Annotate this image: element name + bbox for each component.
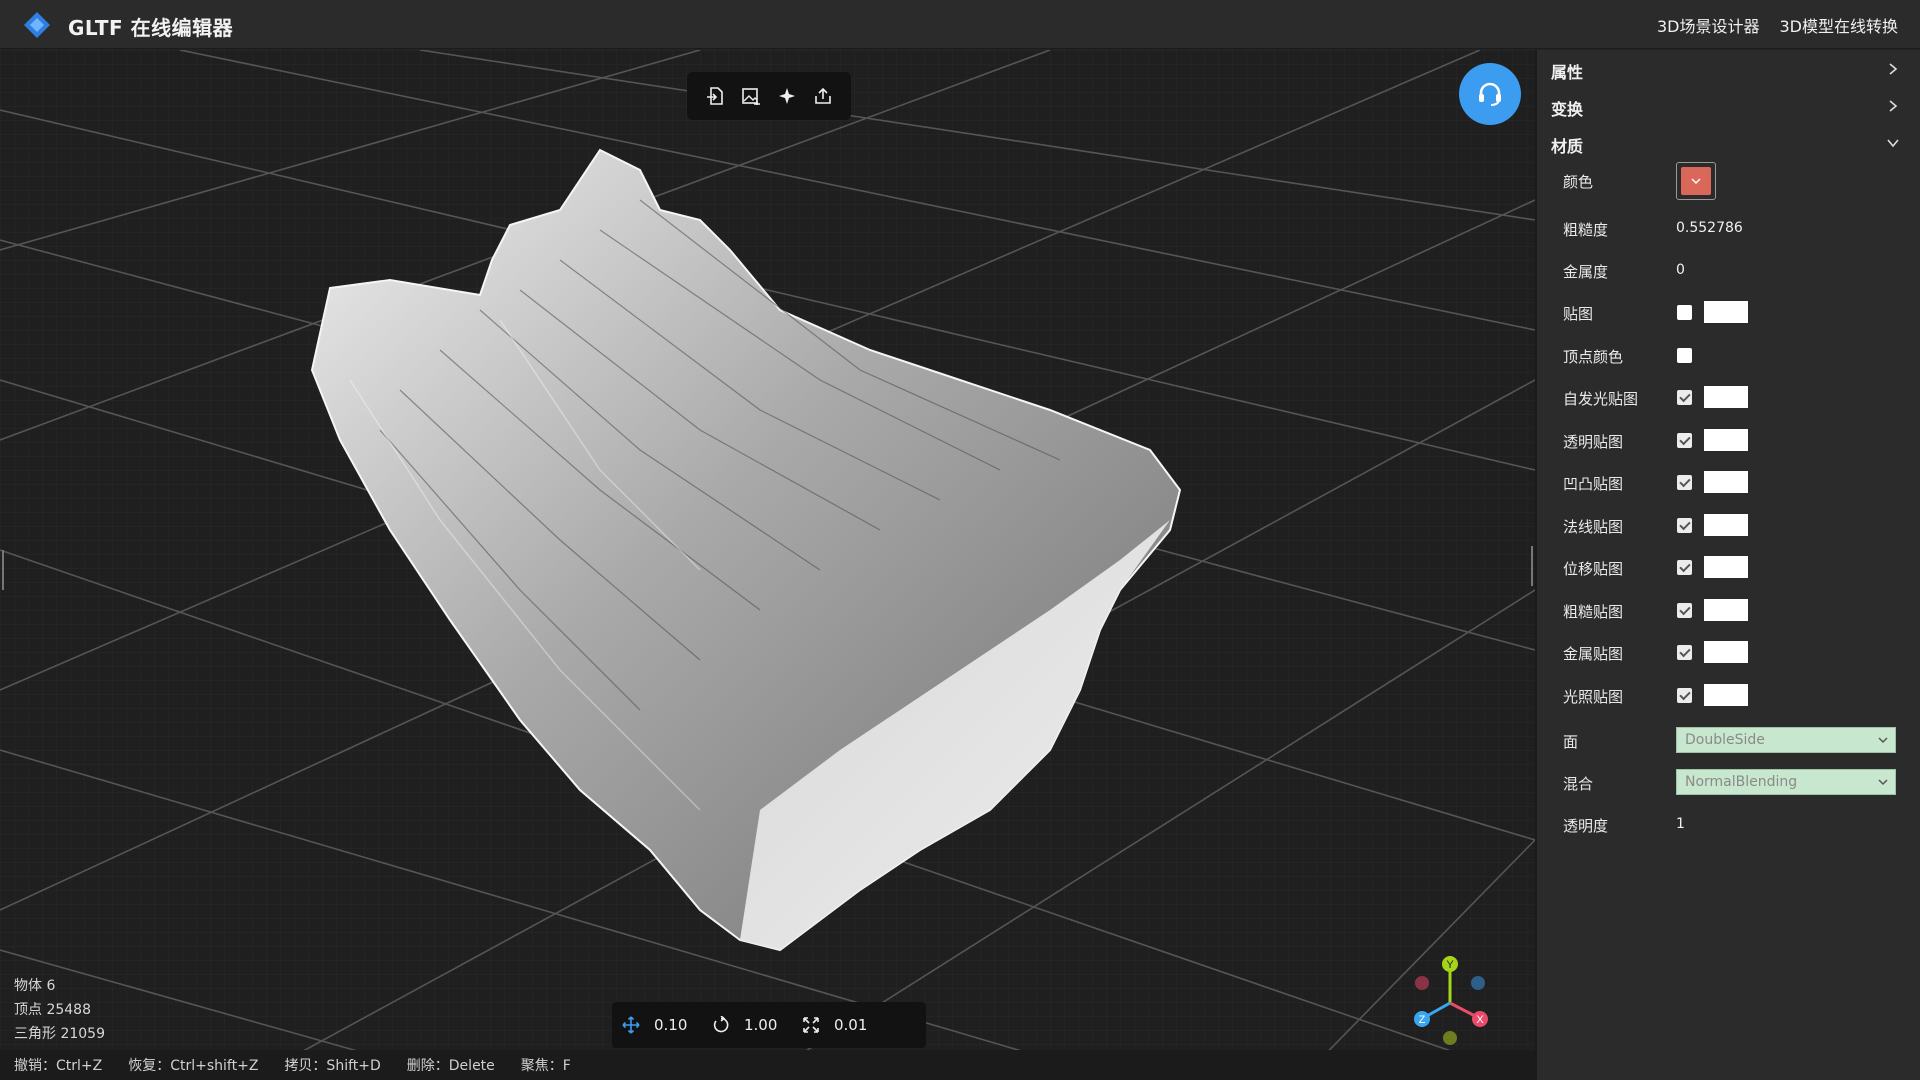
section-transform-header[interactable]: 变换: [1551, 96, 1583, 120]
export-button[interactable]: [809, 82, 837, 110]
right-resize-handle[interactable]: [1531, 546, 1533, 586]
rotate-snap[interactable]: 1.00: [712, 1016, 778, 1034]
map-checkbox[interactable]: [1677, 433, 1692, 448]
map-checkbox[interactable]: [1677, 518, 1692, 533]
map-checkbox[interactable]: [1677, 390, 1692, 405]
color-swatch: [1681, 167, 1711, 195]
map-label: 透明贴图: [1563, 433, 1624, 451]
color-label: 颜色: [1563, 173, 1594, 191]
shortcut-undo: 撤销：Ctrl+Z: [14, 1058, 103, 1074]
map-label: 顶点颜色: [1563, 348, 1624, 366]
chevron-down-icon: [1878, 737, 1888, 744]
chevron-down-icon: [1878, 779, 1888, 786]
blend-label: 混合: [1563, 775, 1594, 793]
map-texture-slot[interactable]: [1704, 641, 1748, 663]
app-title: GLTF 在线编辑器: [68, 16, 234, 40]
image-import-button[interactable]: [737, 82, 765, 110]
move-snap[interactable]: 0.10: [622, 1016, 688, 1034]
shortcut-redo: 恢复：Ctrl+shift+Z: [128, 1058, 259, 1074]
image-import-icon: [742, 88, 760, 105]
map-label: 粗糙贴图: [1563, 603, 1624, 621]
scene-designer-link[interactable]: 3D场景设计器: [1657, 13, 1760, 37]
map-texture-slot[interactable]: [1704, 301, 1748, 323]
shortcut-copy: 拷贝：Shift+D: [284, 1058, 381, 1074]
chevron-right-icon[interactable]: [1886, 99, 1900, 113]
model-converter-link[interactable]: 3D模型在线转换: [1779, 13, 1898, 37]
svg-text:Z: Z: [1419, 1014, 1426, 1026]
properties-panel: 属性 变换 材质 颜色 粗糙度 0.552786 金属度 0 贴图顶点颜色自发光…: [1535, 50, 1920, 1080]
triangle-count: 三角形 21059: [14, 1026, 105, 1042]
map-checkbox[interactable]: [1677, 645, 1692, 660]
shortcut-delete: 删除：Delete: [406, 1058, 495, 1074]
axis-gizmo[interactable]: Y X Z: [1405, 950, 1495, 1050]
chevron-down-icon: [1691, 178, 1701, 184]
metalness-label: 金属度: [1563, 263, 1609, 281]
map-checkbox[interactable]: [1677, 305, 1692, 320]
svg-text:X: X: [1476, 1014, 1484, 1026]
chevron-right-icon[interactable]: [1886, 62, 1900, 76]
scale-icon: [803, 1017, 819, 1033]
light-button[interactable]: [773, 82, 801, 110]
scene-stats: 物体 6 顶点 25488 三角形 21059: [14, 974, 105, 1046]
section-material-header[interactable]: 材质: [1551, 133, 1583, 157]
vertex-count: 顶点 25488: [14, 1002, 91, 1018]
side-select-value: DoubleSide: [1685, 732, 1765, 748]
map-label: 位移贴图: [1563, 560, 1624, 578]
viewport-toolbar: [687, 72, 851, 120]
blend-select-value: NormalBlending: [1685, 774, 1798, 790]
side-select[interactable]: DoubleSide: [1676, 727, 1896, 753]
move-snap-value: 0.10: [654, 1016, 688, 1034]
metalness-value[interactable]: 0: [1676, 262, 1685, 278]
shortcut-hints: 撤销：Ctrl+Z 恢复：Ctrl+shift+Z 拷贝：Shift+D 删除：…: [0, 1050, 1535, 1080]
rotate-icon: [713, 1016, 729, 1033]
object-count: 物体 6: [14, 978, 56, 994]
map-texture-slot[interactable]: [1704, 471, 1748, 493]
map-label: 凹凸贴图: [1563, 475, 1624, 493]
map-texture-slot[interactable]: [1704, 514, 1748, 536]
import-button[interactable]: [701, 82, 729, 110]
color-picker[interactable]: [1676, 162, 1716, 200]
map-texture-slot[interactable]: [1704, 556, 1748, 578]
scene-grid: [0, 50, 1535, 1080]
map-texture-slot[interactable]: [1704, 386, 1748, 408]
map-label: 自发光贴图: [1563, 390, 1639, 408]
export-icon: [815, 87, 831, 104]
svg-text:Y: Y: [1446, 959, 1454, 971]
scale-snap[interactable]: 0.01: [802, 1016, 868, 1034]
top-bar: GLTF 在线编辑器 3D场景设计器 3D模型在线转换: [0, 0, 1920, 49]
viewport-canvas[interactable]: 物体 6 顶点 25488 三角形 21059 0.10 1.00 0.01 Y…: [0, 50, 1535, 1080]
chevron-down-icon[interactable]: [1886, 136, 1900, 150]
map-label: 金属贴图: [1563, 645, 1624, 663]
headset-icon: [1479, 82, 1501, 106]
move-icon: [622, 1016, 640, 1034]
side-label: 面: [1563, 733, 1579, 751]
blend-select[interactable]: NormalBlending: [1676, 769, 1896, 795]
roughness-value[interactable]: 0.552786: [1676, 220, 1743, 236]
shortcut-focus: 聚焦：F: [520, 1058, 571, 1074]
import-icon: [707, 87, 723, 105]
scale-snap-value: 0.01: [834, 1016, 868, 1034]
map-checkbox[interactable]: [1677, 603, 1692, 618]
map-label: 法线贴图: [1563, 518, 1624, 536]
map-texture-slot[interactable]: [1704, 684, 1748, 706]
map-checkbox[interactable]: [1677, 475, 1692, 490]
section-properties-header[interactable]: 属性: [1551, 59, 1583, 83]
opacity-label: 透明度: [1563, 817, 1609, 835]
map-checkbox[interactable]: [1677, 560, 1692, 575]
light-icon: [779, 88, 795, 104]
rotate-snap-value: 1.00: [744, 1016, 778, 1034]
support-button[interactable]: [1459, 63, 1521, 125]
map-checkbox[interactable]: [1677, 688, 1692, 703]
top-links: 3D场景设计器 3D模型在线转换: [1657, 13, 1898, 37]
map-checkbox[interactable]: [1677, 348, 1692, 363]
map-texture-slot[interactable]: [1704, 429, 1748, 451]
map-texture-slot[interactable]: [1704, 599, 1748, 621]
map-label: 贴图: [1563, 305, 1594, 323]
left-resize-handle[interactable]: [2, 550, 4, 590]
roughness-label: 粗糙度: [1563, 221, 1609, 239]
logo-icon: [24, 12, 50, 38]
map-label: 光照贴图: [1563, 688, 1624, 706]
opacity-value[interactable]: 1: [1676, 816, 1685, 832]
transform-snap-bar: 0.10 1.00 0.01: [612, 1002, 926, 1048]
